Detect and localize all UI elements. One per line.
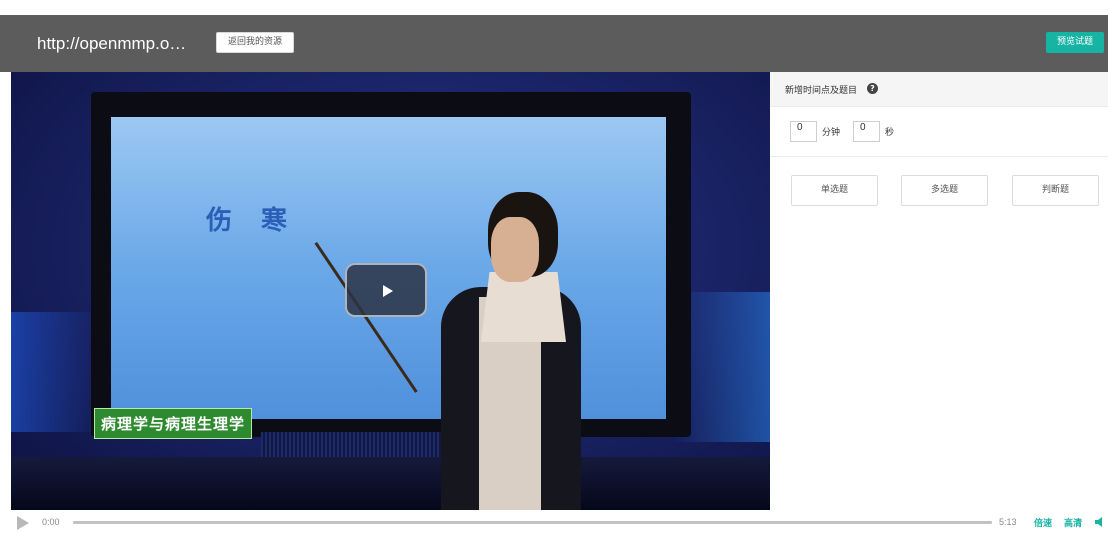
play-icon: [383, 285, 393, 297]
big-play-button[interactable]: [345, 263, 427, 317]
video-player[interactable]: 伤 寒 病理学与病理生理学: [11, 72, 770, 510]
back-to-my-resources-button[interactable]: 返回我的资源: [216, 32, 294, 53]
current-time: 0:00: [42, 517, 60, 527]
playback-speed-button[interactable]: 倍速: [1034, 516, 1052, 529]
single-choice-button[interactable]: 单选题: [791, 175, 878, 206]
preview-questions-button[interactable]: 预览试题: [1046, 32, 1104, 53]
screen-lecture-title: 伤 寒: [206, 206, 298, 236]
question-panel: 新增时间点及题目 ? 0 分钟 0 秒 单选题 多选题 判断题: [770, 72, 1108, 510]
seconds-input[interactable]: 0: [853, 121, 880, 142]
duration: 5:13: [999, 517, 1017, 527]
time-point-row: 0 分钟 0 秒: [770, 107, 1108, 157]
video-control-bar: 0:00 5:13 倍速 高清: [0, 510, 1108, 533]
progress-buffer: [73, 521, 992, 524]
multiple-choice-button[interactable]: 多选题: [901, 175, 988, 206]
presenter-collar: [481, 272, 566, 342]
minutes-unit-label: 分钟: [822, 128, 841, 138]
help-icon[interactable]: ?: [867, 83, 878, 94]
stage-light-left: [11, 312, 101, 432]
stage-floor: [11, 457, 770, 510]
top-bar: http://openmmp.o… 返回我的资源 预览试题: [0, 15, 1108, 72]
play-icon[interactable]: [17, 516, 29, 530]
minutes-input[interactable]: 0: [790, 121, 817, 142]
panel-title: 新增时间点及题目: [785, 86, 858, 96]
presenter-face: [491, 217, 539, 282]
subject-caption: 病理学与病理生理学: [94, 408, 253, 439]
quality-button[interactable]: 高清: [1064, 516, 1082, 529]
volume-icon[interactable]: [1095, 516, 1106, 528]
panel-header: 新增时间点及题目 ?: [770, 72, 1108, 107]
progress-bar[interactable]: [73, 521, 992, 524]
true-false-button[interactable]: 判断题: [1012, 175, 1099, 206]
seconds-unit-label: 秒: [885, 128, 895, 138]
page-url-title: http://openmmp.o…: [37, 34, 187, 53]
